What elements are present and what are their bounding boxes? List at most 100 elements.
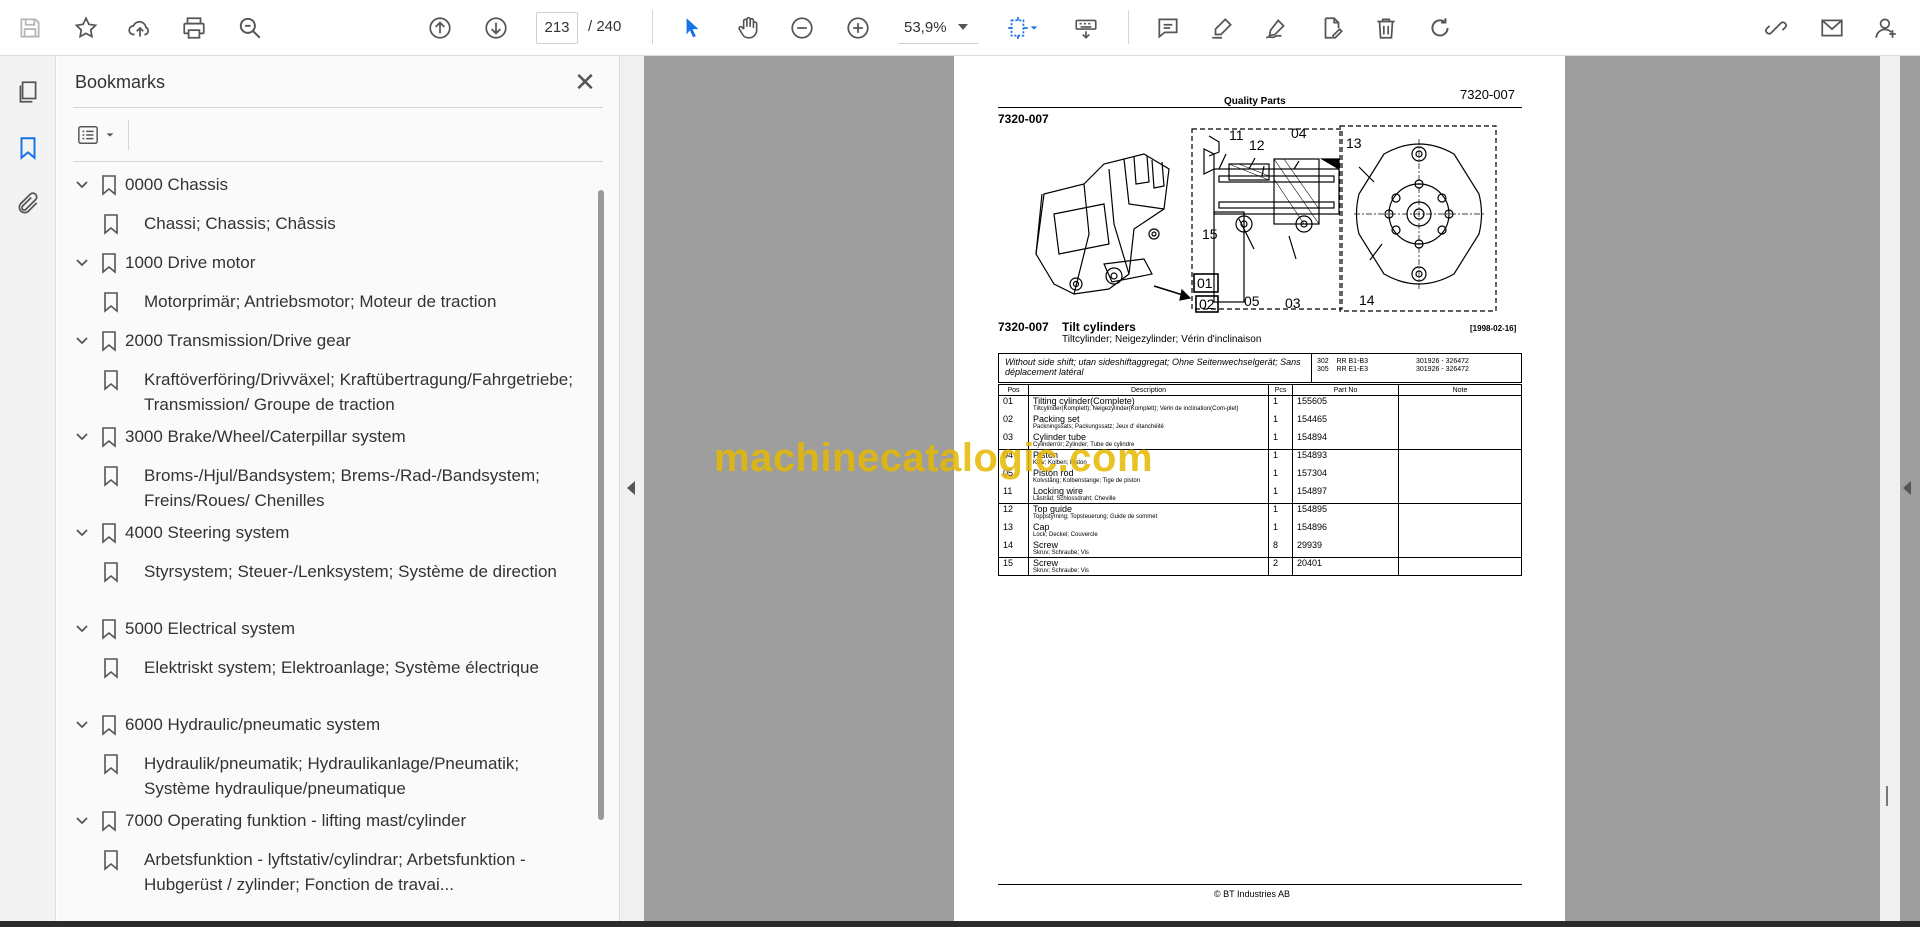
draw-icon[interactable] bbox=[1258, 10, 1294, 46]
column-header: Pos bbox=[998, 384, 1029, 396]
table-row: 12 Top guide Toppstyrning; Topsteuerung; G… bbox=[998, 503, 1522, 522]
bookmark-icon bbox=[102, 811, 116, 832]
table-row: 13 Cap Lock; Deckel; Couvercle 1 154896 bbox=[998, 521, 1522, 540]
bookmark-label: 3000 Brake/Wheel/Caterpillar system bbox=[125, 427, 406, 446]
tilt-cylinder-diagram: 15 11 12 04 13 01 02 05 03 14 bbox=[1035, 125, 1497, 313]
chevron-down-icon[interactable] bbox=[75, 718, 89, 732]
bookmark-label: Hydraulik/pneumatik; Hydraulikanlage/Pne… bbox=[144, 754, 520, 798]
diagram-label: 14 bbox=[1359, 292, 1375, 308]
part-translation: Packningssats; Packungssatz; Jeux d' éta… bbox=[1033, 423, 1164, 430]
applicability-text: Without side shift; utan sideshiftaggreg… bbox=[1005, 357, 1301, 377]
star-icon[interactable] bbox=[68, 10, 104, 46]
chevron-left-icon[interactable] bbox=[1903, 481, 1911, 495]
edit-pdf-icon[interactable] bbox=[1314, 10, 1350, 46]
bookmark-label: 0000 Chassis bbox=[125, 175, 229, 194]
bookmark-icon bbox=[104, 658, 118, 679]
divider bbox=[1311, 354, 1312, 382]
zoom-in-icon[interactable] bbox=[840, 10, 876, 46]
pcs-cell: 1 bbox=[1268, 413, 1293, 432]
keyboard-scroll-icon[interactable] bbox=[1068, 10, 1104, 46]
description-cell: Tilting cylinder(Complete) Tiltcylinder(K… bbox=[1028, 395, 1269, 414]
divider bbox=[73, 161, 603, 162]
pos-cell: 02 bbox=[998, 413, 1029, 432]
bookmark-options-button[interactable] bbox=[75, 120, 121, 150]
navigation-rail bbox=[0, 56, 56, 921]
pcs-cell: 1 bbox=[1268, 395, 1293, 414]
chevron-left-icon[interactable] bbox=[627, 481, 635, 495]
upload-icon[interactable] bbox=[122, 10, 158, 46]
table-row: 15 Screw Skruv; Schraube; Vis 2 20401 bbox=[998, 557, 1522, 576]
scrollbar-thumb[interactable] bbox=[598, 190, 604, 820]
bookmark-icon bbox=[104, 754, 118, 775]
share-link-icon[interactable] bbox=[1758, 10, 1794, 46]
save-icon[interactable] bbox=[12, 10, 48, 46]
description-cell: Locking wire Låstråd; Schlossdraht; Chevi… bbox=[1028, 485, 1269, 504]
attachments-icon[interactable] bbox=[10, 186, 46, 222]
chevron-down-icon[interactable] bbox=[958, 24, 968, 30]
hand-tool-icon[interactable] bbox=[730, 10, 766, 46]
panel-title: Bookmarks bbox=[75, 72, 166, 92]
column-header: Note bbox=[1398, 384, 1522, 396]
part-no-cell: 157304 bbox=[1292, 467, 1399, 486]
scrollbar-thumb[interactable] bbox=[1886, 786, 1888, 806]
delete-icon[interactable] bbox=[1368, 10, 1404, 46]
part-translation: Lock; Deckel; Couvercle bbox=[1033, 531, 1098, 538]
chevron-down-icon[interactable] bbox=[75, 430, 89, 444]
bookmark-icon bbox=[102, 619, 116, 640]
bookmarks-panel: Bookmarks ✕ 0000 Chassis Chassi; Chassis;… bbox=[57, 56, 620, 921]
chevron-down-icon[interactable] bbox=[75, 334, 89, 348]
part-description: Screw bbox=[1033, 539, 1059, 550]
toolbar-divider bbox=[1128, 10, 1129, 44]
fit-page-chevron-icon[interactable] bbox=[1026, 10, 1042, 46]
chevron-down-icon[interactable] bbox=[75, 256, 89, 270]
comment-icon[interactable] bbox=[1150, 10, 1186, 46]
pcs-cell: 1 bbox=[1268, 503, 1293, 522]
part-translation: Skruv; Schraube; Vis bbox=[1033, 568, 1089, 574]
note-cell bbox=[1398, 557, 1522, 576]
chevron-down-icon[interactable] bbox=[75, 622, 89, 636]
diagram-label: 05 bbox=[1244, 293, 1260, 309]
bookmark-icon bbox=[102, 331, 116, 352]
bookmark-label: Kraftöverföring/Drivväxel; Kraftübertrag… bbox=[144, 370, 573, 414]
description-cell: Screw Skruv; Schraube; Vis bbox=[1028, 557, 1269, 576]
page-number-input[interactable]: 213 bbox=[536, 12, 578, 44]
bookmark-icon bbox=[102, 427, 116, 448]
zoom-out-icon[interactable] bbox=[784, 10, 820, 46]
document-scrollbar[interactable] bbox=[1880, 56, 1900, 921]
next-page-icon[interactable] bbox=[478, 10, 514, 46]
note-cell bbox=[1398, 485, 1522, 504]
bookmarks-icon[interactable] bbox=[10, 130, 46, 166]
bookmark-icon bbox=[102, 523, 116, 544]
page-total: / 240 bbox=[588, 18, 622, 35]
rotate-icon[interactable] bbox=[1422, 10, 1458, 46]
pcs-cell: 1 bbox=[1268, 521, 1293, 540]
chevron-down-icon[interactable] bbox=[75, 526, 89, 540]
previous-page-icon[interactable] bbox=[422, 10, 458, 46]
pcs-cell: 1 bbox=[1268, 431, 1293, 450]
part-description: Screw bbox=[1033, 558, 1059, 568]
print-icon[interactable] bbox=[176, 10, 212, 46]
taskbar-edge bbox=[0, 921, 1920, 927]
part-description: Top guide bbox=[1033, 504, 1073, 514]
bookmark-label: Elektriskt system; Elektroanlage; Systèm… bbox=[144, 658, 539, 677]
pos-cell: 01 bbox=[998, 395, 1029, 414]
note-cell bbox=[1398, 431, 1522, 450]
part-no-cell: 154897 bbox=[1292, 485, 1399, 504]
diagram-label: 13 bbox=[1346, 135, 1362, 151]
pcs-cell: 1 bbox=[1268, 449, 1293, 468]
select-cursor-icon[interactable] bbox=[674, 10, 710, 46]
chevron-down-icon[interactable] bbox=[75, 178, 89, 192]
diagram-label: 03 bbox=[1285, 295, 1301, 311]
email-icon[interactable] bbox=[1814, 10, 1850, 46]
account-icon[interactable] bbox=[1868, 10, 1904, 46]
zoom-search-icon[interactable] bbox=[232, 10, 268, 46]
close-icon[interactable]: ✕ bbox=[571, 68, 599, 96]
part-no-cell: 20401 bbox=[1292, 557, 1399, 576]
note-cell bbox=[1398, 467, 1522, 486]
part-translation: Tiltcylinder(Komplett); Neigezylinder(Ko… bbox=[1033, 406, 1239, 412]
bookmark-label: 1000 Drive motor bbox=[125, 253, 256, 272]
bookmark-label: 6000 Hydraulic/pneumatic system bbox=[125, 715, 381, 734]
chevron-down-icon[interactable] bbox=[75, 814, 89, 828]
highlight-pen-icon[interactable] bbox=[1204, 10, 1240, 46]
page-thumbnails-icon[interactable] bbox=[10, 74, 46, 110]
